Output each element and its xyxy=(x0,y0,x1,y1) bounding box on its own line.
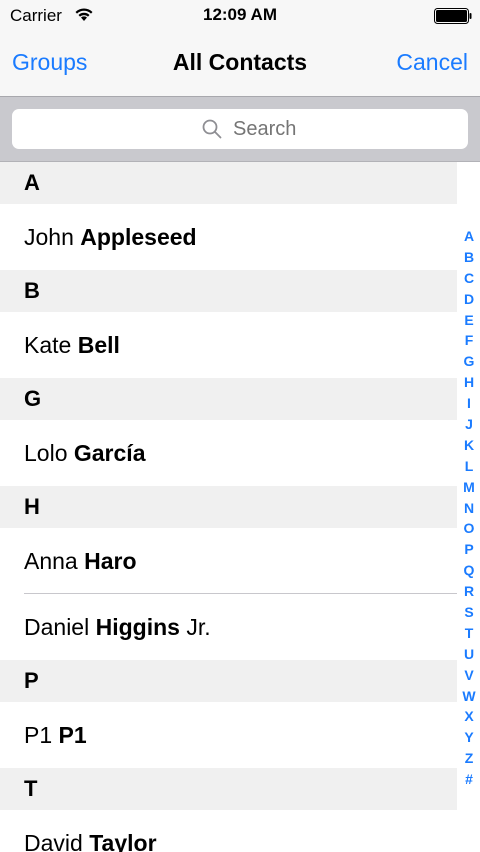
contact-last-name: Appleseed xyxy=(80,224,197,250)
section-header-h: H xyxy=(0,486,457,528)
index-letter[interactable]: O xyxy=(458,518,480,539)
cancel-button[interactable]: Cancel xyxy=(396,49,468,76)
index-letter[interactable]: G xyxy=(458,351,480,372)
index-letter[interactable]: J xyxy=(458,414,480,435)
section-header-p: P xyxy=(0,660,457,702)
index-letter[interactable]: R xyxy=(458,581,480,602)
index-letter[interactable]: Z xyxy=(458,748,480,769)
index-letter[interactable]: F xyxy=(458,330,480,351)
section-header-t: T xyxy=(0,768,457,810)
contact-row[interactable]: Anna Haro xyxy=(0,528,457,594)
contacts-screen: Carrier 12:09 AM Groups All Contacts Can… xyxy=(0,0,480,852)
index-letter[interactable]: Y xyxy=(458,727,480,748)
contact-first-name: John xyxy=(24,224,74,250)
index-letter[interactable]: E xyxy=(458,310,480,331)
search-icon xyxy=(202,119,222,139)
index-letter[interactable]: Q xyxy=(458,560,480,581)
contact-last-name: García xyxy=(73,440,146,466)
contact-first-name: Lolo xyxy=(24,440,68,466)
index-letter[interactable]: M xyxy=(458,477,480,498)
search-bar xyxy=(0,96,480,162)
index-letter[interactable]: U xyxy=(458,644,480,665)
contact-first-name: Anna xyxy=(24,548,78,574)
search-input[interactable] xyxy=(233,118,433,141)
section-index[interactable]: A B C D E F G H I J K L M N O P Q R S T U V W X Y Z # xyxy=(458,226,480,790)
battery-icon xyxy=(434,8,472,24)
contact-last-name: Higgins xyxy=(95,614,180,640)
contact-last-name: Haro xyxy=(84,548,137,574)
contact-first-name: Kate xyxy=(24,332,72,358)
contact-row[interactable]: David Taylor xyxy=(0,810,457,852)
contacts-list: A John Appleseed B Kate Bell G Lolo Garc… xyxy=(0,162,457,852)
index-letter[interactable]: K xyxy=(458,435,480,456)
section-header-g: G xyxy=(0,378,457,420)
section-header-a: A xyxy=(0,162,457,204)
contact-row[interactable]: P1 P1 xyxy=(0,702,457,768)
index-letter[interactable]: I xyxy=(458,393,480,414)
section-header-b: B xyxy=(0,270,457,312)
index-letter[interactable]: L xyxy=(458,456,480,477)
index-letter[interactable]: X xyxy=(458,706,480,727)
contact-row[interactable]: John Appleseed xyxy=(0,204,457,270)
contact-first-name: David xyxy=(24,830,83,852)
contact-row[interactable]: Daniel Higgins Jr. xyxy=(0,594,457,660)
contact-first-name: P1 xyxy=(24,722,53,748)
index-letter[interactable]: B xyxy=(458,247,480,268)
contact-suffix: Jr. xyxy=(186,614,211,640)
contact-last-name: Taylor xyxy=(89,830,157,852)
contact-last-name: P1 xyxy=(58,722,87,748)
index-letter[interactable]: A xyxy=(458,226,480,247)
status-bar: Carrier 12:09 AM xyxy=(0,0,480,32)
index-letter[interactable]: V xyxy=(458,665,480,686)
index-letter[interactable]: W xyxy=(458,686,480,707)
index-letter[interactable]: # xyxy=(458,769,480,790)
contact-row[interactable]: Kate Bell xyxy=(0,312,457,378)
navigation-bar: Groups All Contacts Cancel xyxy=(0,32,480,96)
index-letter[interactable]: N xyxy=(458,498,480,519)
index-letter[interactable]: S xyxy=(458,602,480,623)
contact-last-name: Bell xyxy=(77,332,120,358)
search-field[interactable] xyxy=(12,109,468,149)
index-letter[interactable]: P xyxy=(458,539,480,560)
contact-row[interactable]: Lolo García xyxy=(0,420,457,486)
status-time: 12:09 AM xyxy=(202,5,277,24)
index-letter[interactable]: C xyxy=(458,268,480,289)
contact-first-name: Daniel xyxy=(24,614,90,640)
index-letter[interactable]: T xyxy=(458,623,480,644)
index-letter[interactable]: D xyxy=(458,289,480,310)
index-letter[interactable]: H xyxy=(458,372,480,393)
